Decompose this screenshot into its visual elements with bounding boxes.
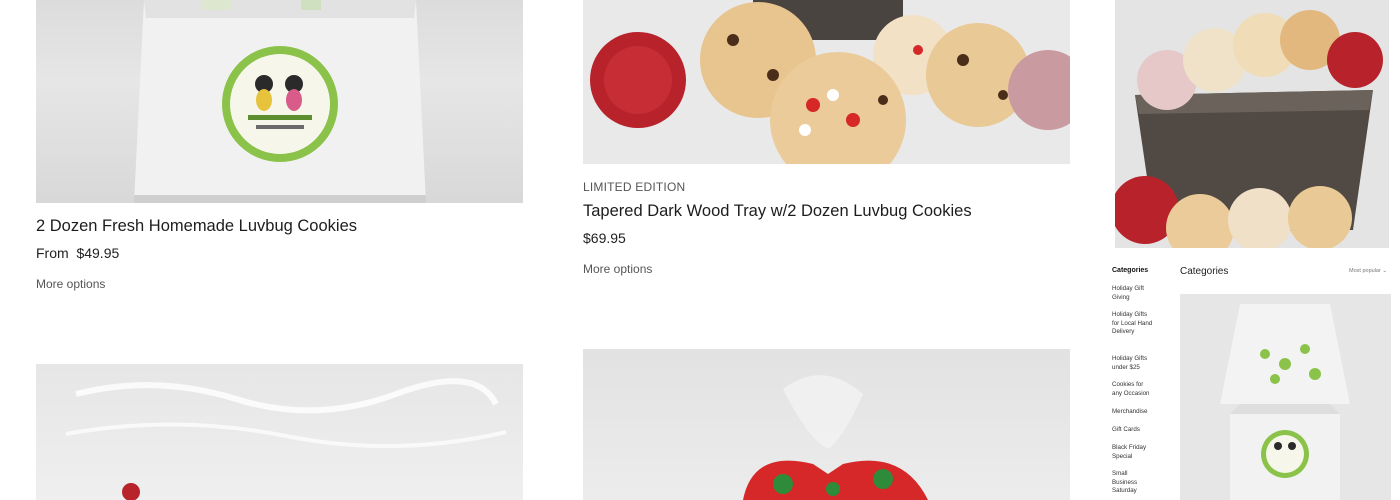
embedded-category-page: Categories Holiday Gift Giving Holiday G…	[1106, 256, 1400, 500]
cellophane-bag-illustration	[65, 378, 507, 500]
mini-page-title: Categories	[1180, 266, 1229, 277]
product-image-wood-tray[interactable]	[583, 0, 1070, 164]
category-link-merchandise[interactable]: Merchandise	[1112, 408, 1154, 417]
product-image-ribbon-bag[interactable]	[583, 349, 1070, 500]
sort-label: Most popular	[1349, 268, 1381, 274]
product-title-wood-tray[interactable]: Tapered Dark Wood Tray w/2 Dozen Luvbug …	[583, 202, 972, 221]
chevron-down-icon: ⌄	[1382, 268, 1387, 274]
category-link-any-occasion[interactable]: Cookies for any Occasion	[1112, 381, 1154, 398]
category-link-under-25[interactable]: Holiday Gifts under $25	[1112, 355, 1154, 372]
category-link-small-business-saturday[interactable]: Small Business Saturday	[1112, 470, 1154, 496]
category-link-black-friday[interactable]: Black Friday Special	[1112, 444, 1154, 461]
categories-heading: Categories	[1112, 267, 1149, 274]
mini-product-image[interactable]	[1180, 294, 1391, 500]
price-value: $49.95	[76, 245, 120, 261]
gift-box-illustration	[134, 0, 426, 203]
wood-tray-illustration	[590, 0, 1070, 164]
product-image-wood-basket[interactable]	[1115, 0, 1389, 248]
wood-basket-illustration	[1115, 10, 1383, 248]
product-image-cellophane-bag[interactable]	[36, 364, 523, 500]
product-price-wood-tray: $69.95	[583, 230, 626, 246]
product-title-2-dozen[interactable]: 2 Dozen Fresh Homemade Luvbug Cookies	[36, 217, 357, 236]
cellophane-gift-box-illustration	[1220, 304, 1350, 500]
more-options-link[interactable]: More options	[36, 277, 105, 291]
price-prefix: From	[36, 245, 69, 261]
category-link-holiday-gift-giving[interactable]: Holiday Gift Giving	[1112, 285, 1154, 302]
category-link-gift-cards[interactable]: Gift Cards	[1112, 426, 1154, 435]
more-options-link[interactable]: More options	[583, 262, 652, 276]
category-link-local-hand-delivery[interactable]: Holiday Gifts for Local Hand Delivery	[1112, 311, 1154, 337]
product-image-gift-box[interactable]	[36, 0, 523, 203]
product-price: From $49.95	[36, 245, 119, 261]
ribbon-bow-illustration	[743, 375, 928, 500]
sort-dropdown[interactable]: Most popular ⌄	[1349, 268, 1387, 274]
limited-edition-badge: LIMITED EDITION	[583, 180, 686, 194]
